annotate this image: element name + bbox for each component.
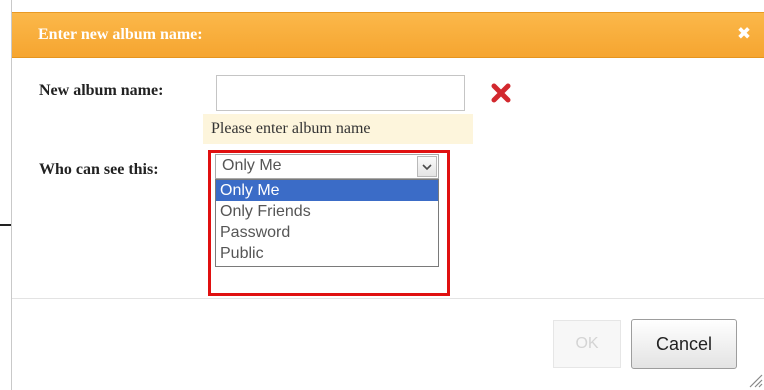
visibility-selected-value: Only Me (222, 157, 282, 174)
close-icon[interactable]: ✖ (734, 24, 754, 44)
dialog-title-bar: Enter new album name: ✖ (12, 12, 764, 58)
page-background (0, 0, 11, 390)
album-name-dialog: Enter new album name: ✖ New album name: … (11, 0, 764, 390)
visibility-label: Who can see this: (39, 161, 159, 178)
option-public[interactable]: Public (216, 243, 438, 264)
visibility-select[interactable]: Only Me (215, 154, 439, 179)
option-only-friends[interactable]: Only Friends (216, 201, 438, 222)
album-name-input[interactable] (216, 75, 465, 111)
album-name-label: New album name: (39, 82, 164, 99)
chevron-down-icon[interactable] (417, 156, 437, 177)
cancel-button[interactable]: Cancel (631, 319, 737, 369)
validation-hint: Please enter album name (203, 114, 473, 144)
clear-x-icon[interactable] (490, 82, 512, 104)
footer-divider (12, 298, 764, 299)
ok-button[interactable]: OK (553, 320, 621, 368)
option-only-me[interactable]: Only Me (216, 180, 438, 201)
resize-grip-icon[interactable] (743, 368, 763, 388)
dialog-title: Enter new album name: (38, 26, 203, 43)
option-password[interactable]: Password (216, 222, 438, 243)
visibility-dropdown-list: Only Me Only Friends Password Public (215, 179, 439, 267)
